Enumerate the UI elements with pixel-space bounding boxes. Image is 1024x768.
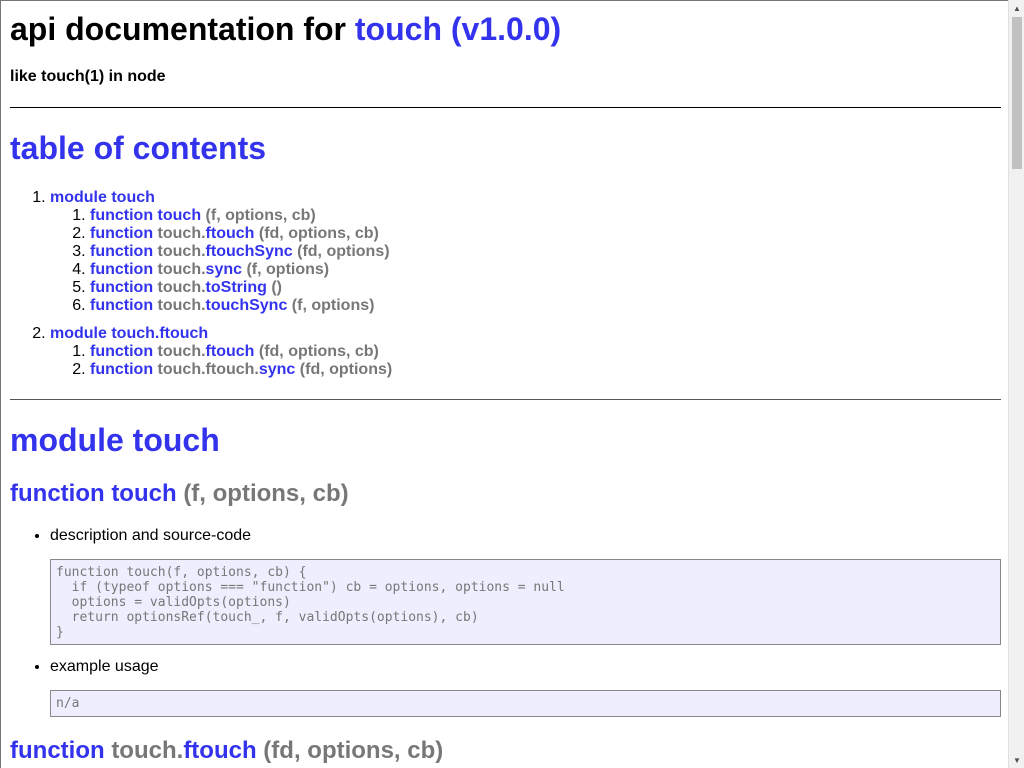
toc-args: (f, options) [246, 261, 330, 278]
divider [10, 107, 1001, 108]
toc-args: (fd, options, cb) [258, 225, 379, 242]
toc-link-tostring[interactable]: function touch.toString [90, 279, 267, 296]
toc-item: function touch.ftouch (fd, options, cb) [90, 343, 392, 361]
toc-link-sync[interactable]: function touch.sync [90, 261, 242, 278]
page-title-prefix: api documentation for [10, 11, 346, 47]
toc-item: function touch.ftouch (fd, options, cb) [90, 225, 392, 243]
package-link[interactable]: touch (v1.0.0) [355, 11, 561, 47]
toc-args: (f, options, cb) [205, 207, 316, 224]
toc-link-ftouch[interactable]: function touch.ftouch [90, 225, 254, 242]
toc-sublist: function touch (f, options, cb) function… [50, 207, 392, 315]
scroll-up-arrow-icon[interactable]: ▲ [1009, 0, 1024, 16]
toc-args: (fd, options) [299, 361, 393, 378]
function-details: description and source-code [10, 527, 1001, 545]
toc-link-module-touch[interactable]: module touch [50, 189, 155, 206]
module-heading[interactable]: module touch [10, 422, 220, 459]
toc-item: function touch.ftouch.sync (fd, options) [90, 361, 392, 379]
example-code-block: n/a [50, 690, 1001, 717]
toc-module-touch-ftouch: module touch.ftouch function touch.ftouc… [50, 325, 392, 379]
function-link-ftouch[interactable]: function touch.ftouch [10, 737, 257, 764]
toc-link-touch[interactable]: function touch [90, 207, 201, 224]
function-heading-ftouch: function touch.ftouch (fd, options, cb) [10, 737, 443, 765]
vertical-scrollbar[interactable]: ▲ ▼ [1008, 0, 1024, 768]
toc-item: function touch.touchSync (f, options) [90, 297, 392, 315]
function-args: (fd, options, cb) [263, 737, 444, 764]
toc-args: () [271, 279, 282, 296]
function-heading-touch: function touch (f, options, cb) [10, 480, 349, 508]
toc-heading: table of contents [10, 130, 267, 166]
scrollbar-thumb[interactable] [1012, 17, 1022, 169]
toc-item: function touch (f, options, cb) [90, 207, 392, 225]
toc-link-ftouchsync[interactable]: function touch.ftouchSync [90, 243, 293, 260]
divider [10, 399, 1001, 400]
description-label: description and source-code [50, 527, 1001, 545]
page-frame: api documentation for touch (v1.0.0) lik… [0, 0, 1008, 768]
function-details: example usage [10, 658, 1001, 676]
toc-args: (fd, options) [297, 243, 390, 260]
function-link-touch[interactable]: function touch [10, 480, 177, 507]
toc-link-ftouch-sync[interactable]: function touch.ftouch.sync [90, 361, 295, 378]
function-args: (f, options, cb) [183, 480, 349, 507]
toc-item: function touch.toString () [90, 279, 392, 297]
toc-link-module-touch-ftouch[interactable]: module touch.ftouch [50, 325, 208, 342]
scroll-down-arrow-icon[interactable]: ▼ [1009, 752, 1024, 768]
toc-args: (f, options) [291, 297, 375, 314]
source-code-block: function touch(f, options, cb) { if (typ… [50, 559, 1001, 645]
example-label: example usage [50, 658, 1001, 676]
package-description: like touch(1) in node [10, 68, 166, 85]
toc-item: function touch.sync (f, options) [90, 261, 392, 279]
toc-item: function touch.ftouchSync (fd, options) [90, 243, 392, 261]
toc-module-touch: module touch function touch (f, options,… [50, 189, 392, 315]
page-title: api documentation for touch (v1.0.0) [10, 11, 561, 48]
module-heading-link[interactable]: module touch [10, 422, 220, 458]
table-of-contents: module touch function touch (f, options,… [10, 189, 392, 389]
toc-link-touchsync[interactable]: function touch.touchSync [90, 297, 287, 314]
toc-link-ftouch-ftouch[interactable]: function touch.ftouch [90, 343, 254, 360]
toc-sublist: function touch.ftouch (fd, options, cb) … [50, 343, 392, 379]
toc-args: (fd, options, cb) [258, 343, 379, 360]
